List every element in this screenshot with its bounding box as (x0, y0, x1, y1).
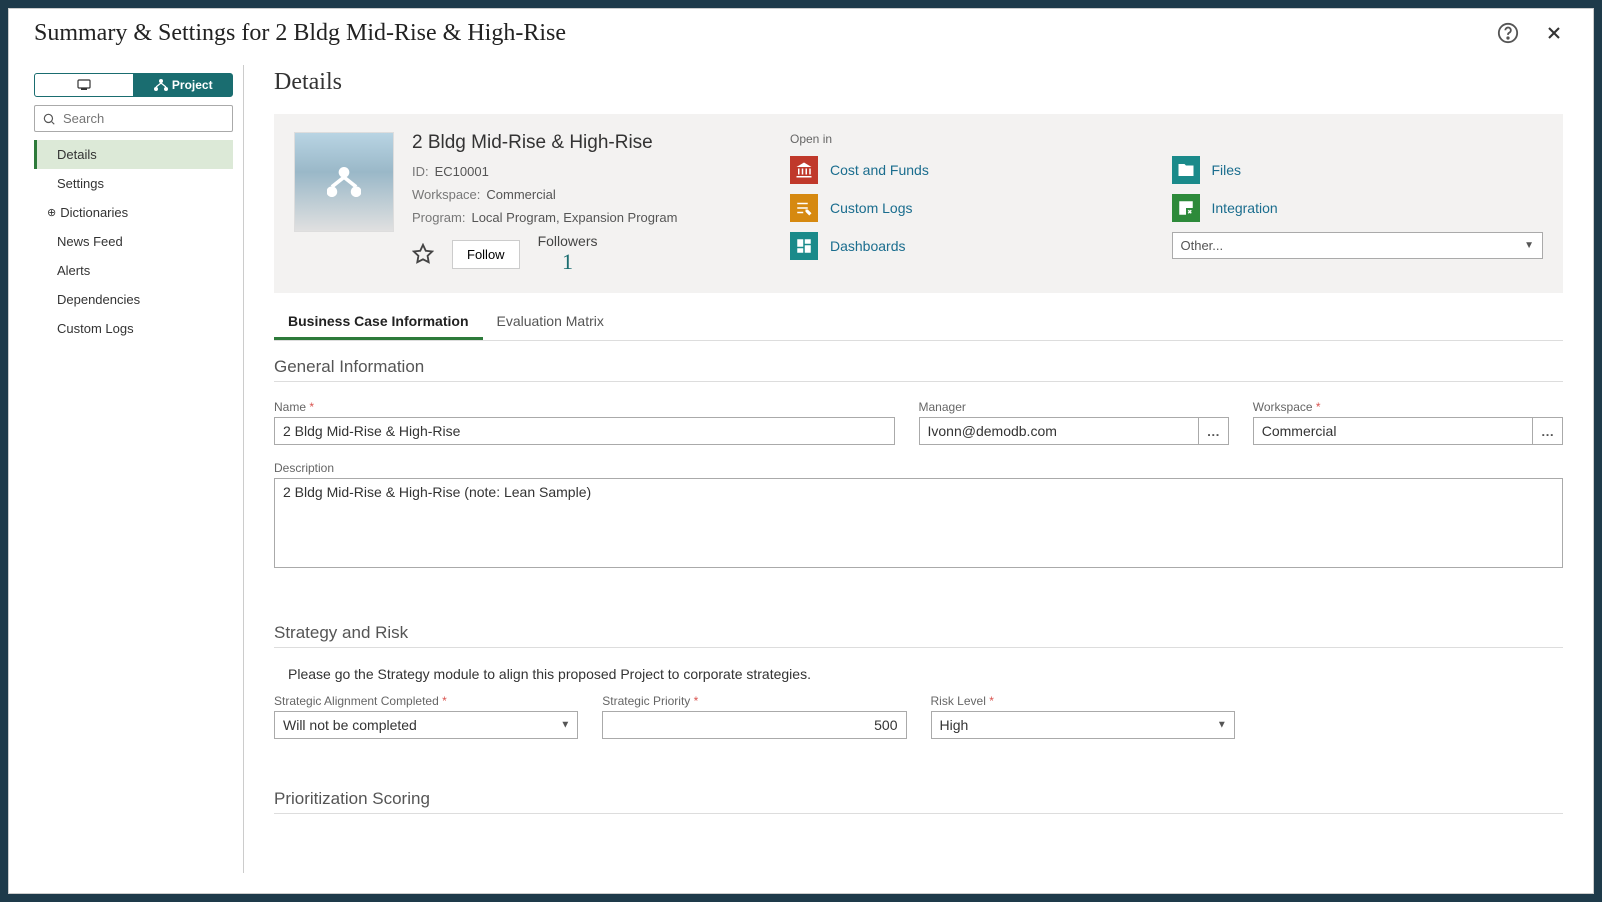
openin-files[interactable]: Files (1172, 156, 1544, 184)
chevron-down-icon: ▼ (1524, 240, 1534, 251)
hierarchy-icon (154, 79, 168, 91)
integration-icon (1177, 199, 1195, 217)
scope-project-label: Project (172, 78, 213, 92)
close-icon (1544, 23, 1564, 43)
manager-lookup-button[interactable]: … (1199, 417, 1229, 445)
openin-cost-funds-label: Cost and Funds (830, 162, 929, 178)
section-strategy-heading: Strategy and Risk (274, 623, 1563, 648)
followers-label: Followers (538, 233, 598, 249)
follow-button[interactable]: Follow (452, 240, 520, 269)
strategy-help-text: Please go the Strategy module to align t… (288, 666, 1563, 682)
page-heading: Details (274, 69, 1563, 96)
close-button[interactable] (1540, 19, 1568, 47)
project-summary-box: 2 Bldg Mid-Rise & High-Rise ID: EC10001 W… (274, 114, 1563, 293)
section-prioritization-heading: Prioritization Scoring (274, 789, 1563, 814)
openin-customlogs-label: Custom Logs (830, 200, 912, 216)
manager-label: Manager (919, 400, 1229, 414)
program-label: Program: (412, 210, 465, 225)
scope-toggle: Project (34, 73, 233, 97)
summary-settings-modal: Summary & Settings for 2 Bldg Mid-Rise &… (8, 8, 1594, 894)
section-general-heading: General Information (274, 357, 1563, 382)
modal-title: Summary & Settings for 2 Bldg Mid-Rise &… (34, 20, 566, 47)
description-label: Description (274, 461, 1563, 475)
help-icon (1497, 22, 1519, 44)
star-icon[interactable] (412, 243, 434, 265)
name-input[interactable] (274, 417, 895, 445)
openin-integration[interactable]: Integration (1172, 194, 1544, 222)
manager-input[interactable] (919, 417, 1199, 445)
project-thumbnail (294, 132, 394, 232)
risk-select[interactable] (931, 711, 1235, 739)
openin-files-label: Files (1212, 162, 1242, 178)
dashboard-icon (795, 237, 813, 255)
workspace-icon (76, 79, 92, 91)
openin-integration-label: Integration (1212, 200, 1278, 216)
nav-settings[interactable]: Settings (34, 169, 233, 198)
details-content[interactable]: Details 2 Bldg Mid-Rise & High-Rise ID: E… (244, 57, 1593, 873)
help-button[interactable] (1494, 19, 1522, 47)
thumbnail-badge-icon (325, 163, 363, 201)
openin-other-select[interactable]: Other... ▼ (1172, 232, 1544, 259)
name-label: Name * (274, 400, 895, 414)
openin-dashboards-label: Dashboards (830, 238, 906, 254)
workspace-value: Commercial (486, 187, 555, 202)
openin-cost-funds[interactable]: Cost and Funds (790, 156, 1162, 184)
project-name: 2 Bldg Mid-Rise & High-Rise (412, 132, 772, 154)
sidebar: Project Details Settings ⊕ Dictionaries … (24, 65, 244, 873)
risk-label: Risk Level * (931, 694, 1235, 708)
openin-custom-logs[interactable]: Custom Logs (790, 194, 1162, 222)
edit-list-icon (795, 199, 813, 217)
tab-evaluation-matrix[interactable]: Evaluation Matrix (483, 305, 618, 340)
program-value: Local Program, Expansion Program (471, 210, 677, 225)
alignment-select[interactable] (274, 711, 578, 739)
workspace-label: Workspace: (412, 187, 480, 202)
alignment-label: Strategic Alignment Completed * (274, 694, 578, 708)
workspace-field-label: Workspace * (1253, 400, 1563, 414)
workspace-lookup-button[interactable]: … (1533, 417, 1563, 445)
nav-dictionaries-label: Dictionaries (60, 205, 128, 220)
nav-details[interactable]: Details (34, 140, 233, 169)
openin-label: Open in (790, 132, 1543, 146)
scope-project-button[interactable]: Project (134, 73, 234, 97)
nav-custom-logs[interactable]: Custom Logs (34, 314, 233, 343)
detail-tabs: Business Case Information Evaluation Mat… (274, 305, 1563, 341)
nav-alerts[interactable]: Alerts (34, 256, 233, 285)
expand-icon: ⊕ (47, 206, 56, 219)
modal-header: Summary & Settings for 2 Bldg Mid-Rise &… (9, 9, 1593, 57)
id-label: ID: (412, 164, 429, 179)
openin-dashboards[interactable]: Dashboards (790, 232, 1162, 260)
scope-workspace-button[interactable] (34, 73, 134, 97)
openin-other-label: Other... (1181, 238, 1224, 253)
sidebar-nav: Details Settings ⊕ Dictionaries News Fee… (34, 140, 233, 343)
tab-business-case[interactable]: Business Case Information (274, 305, 483, 340)
bank-icon (795, 161, 813, 179)
description-input[interactable] (274, 478, 1563, 568)
nav-dictionaries[interactable]: ⊕ Dictionaries (34, 198, 233, 227)
nav-news-feed[interactable]: News Feed (34, 227, 233, 256)
search-icon (42, 112, 56, 126)
sidebar-search-input[interactable] (34, 105, 233, 132)
workspace-input[interactable] (1253, 417, 1533, 445)
priority-label: Strategic Priority * (602, 694, 906, 708)
folder-icon (1177, 161, 1195, 179)
followers-count: 1 (538, 249, 598, 275)
priority-input[interactable] (602, 711, 906, 739)
id-value: EC10001 (435, 164, 489, 179)
nav-dependencies[interactable]: Dependencies (34, 285, 233, 314)
